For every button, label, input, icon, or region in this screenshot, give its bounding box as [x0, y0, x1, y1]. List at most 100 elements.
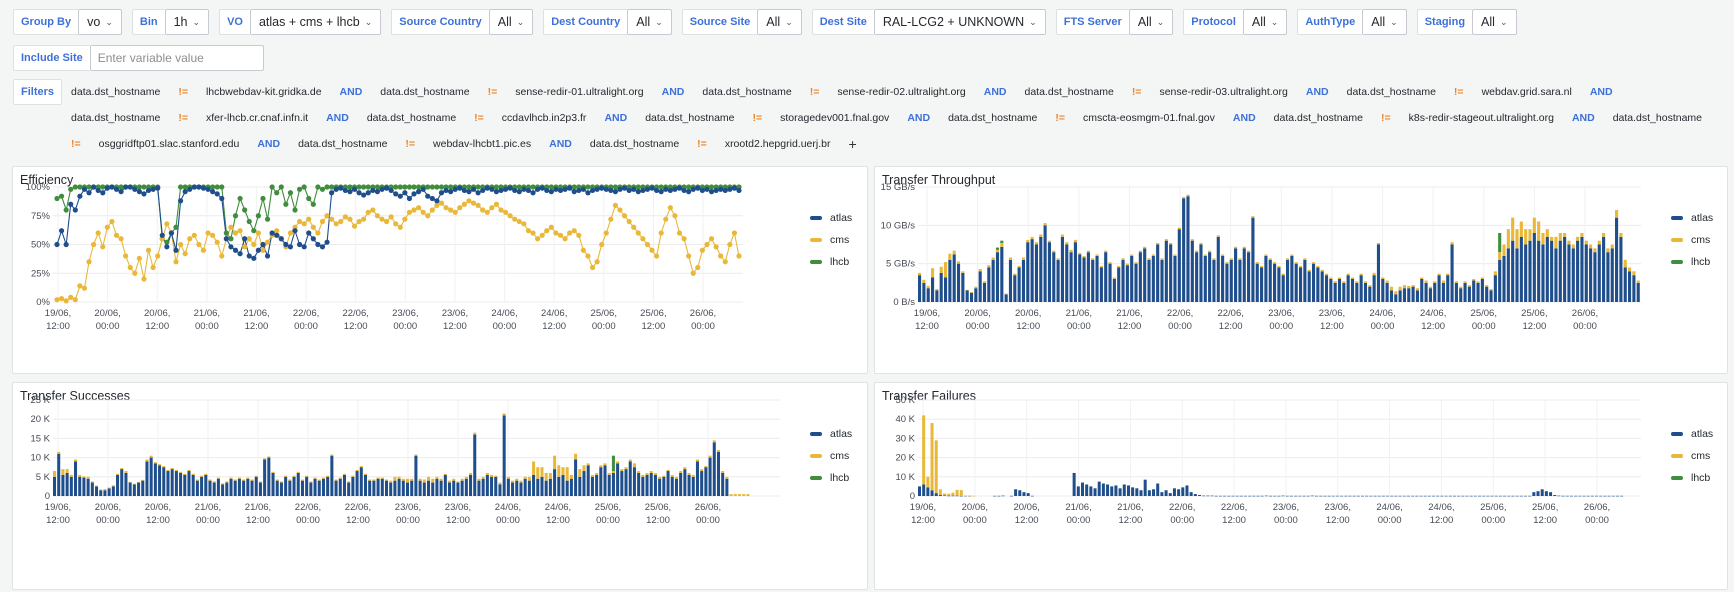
bar-cms	[935, 288, 939, 291]
filter-joiner[interactable]: AND	[975, 79, 1016, 105]
legend-item-cms[interactable]: cms	[1671, 445, 1713, 467]
filter-operator[interactable]: !=	[1123, 79, 1151, 105]
filter-value[interactable]: xrootd2.hepgrid.uerj.br	[716, 131, 840, 157]
var-protocol-select[interactable]: All ⌄	[1242, 9, 1288, 35]
x-tick-label: 24/06,	[541, 308, 567, 319]
filter-value[interactable]: xfer-lhcb.cr.cnaf.infn.it	[197, 105, 317, 131]
legend-item-lhcb[interactable]: lhcb	[1671, 251, 1713, 273]
data-point-atlas	[113, 186, 120, 192]
filter-key[interactable]: data.dst_hostname	[358, 105, 465, 131]
data-point-cms	[347, 216, 353, 222]
filter-operator[interactable]: !=	[1046, 105, 1074, 131]
filter-key[interactable]: data.dst_hostname	[1016, 79, 1123, 105]
bar-cms	[1610, 244, 1614, 249]
filter-joiner[interactable]: AND	[653, 79, 694, 105]
filter-key[interactable]: data.dst_hostname	[693, 79, 800, 105]
bar-cms	[1407, 285, 1411, 289]
filter-joiner[interactable]: AND	[248, 131, 289, 157]
filter-operator[interactable]: !=	[1445, 79, 1473, 105]
var-authtype-select[interactable]: All ⌄	[1362, 9, 1407, 35]
filter-joiner[interactable]: AND	[1297, 79, 1338, 105]
filter-operator[interactable]: !=	[479, 79, 507, 105]
filter-operator[interactable]: !=	[169, 79, 197, 105]
filter-joiner[interactable]: AND	[331, 79, 372, 105]
bar-atlas	[1461, 495, 1465, 497]
bar-cms	[991, 257, 995, 260]
filter-value[interactable]: webdav.grid.sara.nl	[1473, 79, 1581, 105]
filter-value[interactable]: ccdavlhcb.in2p3.fr	[493, 105, 596, 131]
bar-atlas	[1584, 244, 1588, 302]
data-point-lhcb	[434, 184, 440, 190]
filter-key[interactable]: data.dst_hostname	[636, 105, 743, 131]
filter-key[interactable]: data.dst_hostname	[62, 79, 169, 105]
legend-item-atlas[interactable]: atlas	[1671, 207, 1713, 229]
var-dest-country-select[interactable]: All ⌄	[627, 9, 672, 35]
filter-operator[interactable]: !=	[396, 131, 424, 157]
legend-item-cms[interactable]: cms	[810, 445, 852, 467]
filter-value[interactable]: osggridftp01.slac.stanford.edu	[90, 131, 249, 157]
add-filter-button[interactable]: +	[839, 131, 865, 157]
filter-value[interactable]: sense-redir-02.ultralight.org	[828, 79, 974, 105]
legend-item-cms[interactable]: cms	[810, 229, 852, 251]
filter-operator[interactable]: !=	[465, 105, 493, 131]
filter-joiner[interactable]: AND	[1224, 105, 1265, 131]
filter-joiner[interactable]: AND	[317, 105, 358, 131]
legend-item-cms[interactable]: cms	[1671, 229, 1713, 251]
filter-key[interactable]: data.dst_hostname	[1338, 79, 1445, 105]
var-source-site-select[interactable]: All ⌄	[757, 9, 802, 35]
filter-operator[interactable]: !=	[169, 105, 197, 131]
legend-item-lhcb[interactable]: lhcb	[810, 251, 852, 273]
x-tick-label: 23/06,	[1268, 308, 1294, 319]
filter-value[interactable]: k8s-redir-stageout.ultralight.org	[1400, 105, 1563, 131]
data-point-lhcb	[214, 184, 220, 190]
filter-operator[interactable]: !=	[744, 105, 772, 131]
filter-value[interactable]: cmscta-eosmgm-01.fnal.gov	[1074, 105, 1224, 131]
var-dest-site-select[interactable]: RAL-LCG2 + UNKNOWN ⌄	[873, 9, 1046, 35]
legend-item-lhcb[interactable]: lhcb	[810, 467, 852, 489]
var-fts-server-select[interactable]: All ⌄	[1128, 9, 1174, 35]
filter-key[interactable]: data.dst_hostname	[289, 131, 396, 157]
x-tick-label: 21/06,	[243, 308, 269, 319]
filter-operator[interactable]: !=	[801, 79, 829, 105]
data-point-cms	[196, 241, 202, 248]
filter-operator[interactable]: !=	[1372, 105, 1400, 131]
bar-cms	[187, 469, 191, 472]
var-group-by-select[interactable]: vo ⌄	[78, 9, 122, 35]
x-tick-label: 12:00	[1219, 321, 1243, 332]
filter-key[interactable]: data.dst_hostname	[581, 131, 688, 157]
filter-operator[interactable]: !=	[688, 131, 716, 157]
filter-key[interactable]: data.dst_hostname	[939, 105, 1046, 131]
data-point-atlas	[132, 186, 138, 192]
legend-item-atlas[interactable]: atlas	[810, 423, 852, 445]
filter-key[interactable]: data.dst_hostname	[1265, 105, 1372, 131]
legend-item-atlas[interactable]: atlas	[810, 207, 852, 229]
filter-joiner[interactable]: AND	[898, 105, 939, 131]
filter-value[interactable]: webdav-lhcbt1.pic.es	[424, 131, 540, 157]
filter-value[interactable]: storagedev001.fnal.gov	[771, 105, 898, 131]
include-site-input[interactable]	[89, 45, 264, 71]
data-point-cms	[72, 297, 78, 303]
x-tick-label: 20/06,	[964, 308, 990, 319]
data-point-cms	[654, 253, 660, 259]
filter-key[interactable]: data.dst_hostname	[1604, 105, 1711, 131]
filter-joiner[interactable]: AND	[1563, 105, 1604, 131]
filter-key[interactable]: data.dst_hostname	[62, 105, 169, 131]
var-bin-select[interactable]: 1h ⌄	[164, 9, 210, 35]
var-staging-select[interactable]: All ⌄	[1472, 9, 1517, 35]
bar-atlas	[65, 472, 69, 496]
filter-joiner[interactable]: AND	[540, 131, 581, 157]
filter-operator[interactable]: !=	[62, 131, 90, 157]
legend-item-lhcb[interactable]: lhcb	[1671, 467, 1713, 489]
var-vo-select[interactable]: atlas + cms + lhcb ⌄	[249, 9, 382, 35]
filter-joiner[interactable]: AND	[1581, 79, 1622, 105]
filter-value[interactable]: sense-redir-01.ultralight.org	[506, 79, 652, 105]
filter-value[interactable]: sense-redir-03.ultralight.org	[1150, 79, 1296, 105]
filter-value[interactable]: lhcbwebdav-kit.gridka.de	[197, 79, 331, 105]
bar-atlas	[1218, 495, 1222, 497]
bar-cms	[1164, 239, 1168, 241]
var-source-country-select[interactable]: All ⌄	[488, 9, 534, 35]
filter-joiner[interactable]: AND	[595, 105, 636, 131]
legend-item-atlas[interactable]: atlas	[1671, 423, 1713, 445]
data-point-cms	[466, 198, 472, 204]
filter-key[interactable]: data.dst_hostname	[371, 79, 478, 105]
